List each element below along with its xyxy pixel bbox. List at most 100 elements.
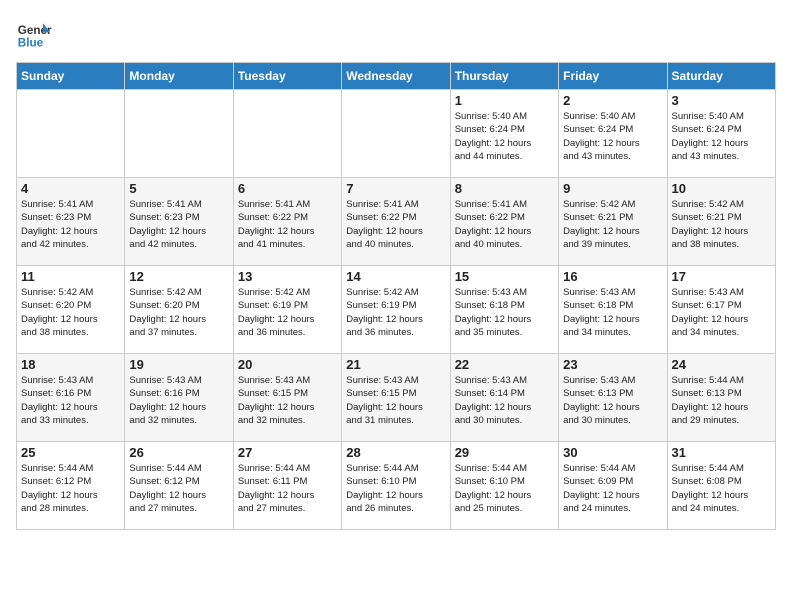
calendar-day-cell bbox=[125, 90, 233, 178]
calendar-day-cell bbox=[342, 90, 450, 178]
day-number: 7 bbox=[346, 181, 445, 196]
calendar-day-cell: 13Sunrise: 5:42 AM Sunset: 6:19 PM Dayli… bbox=[233, 266, 341, 354]
day-number: 15 bbox=[455, 269, 554, 284]
day-number: 27 bbox=[238, 445, 337, 460]
day-number: 31 bbox=[672, 445, 771, 460]
day-number: 29 bbox=[455, 445, 554, 460]
day-info: Sunrise: 5:41 AM Sunset: 6:22 PM Dayligh… bbox=[346, 198, 445, 251]
weekday-header: Wednesday bbox=[342, 63, 450, 90]
day-number: 2 bbox=[563, 93, 662, 108]
calendar-header-row: SundayMondayTuesdayWednesdayThursdayFrid… bbox=[17, 63, 776, 90]
day-info: Sunrise: 5:44 AM Sunset: 6:12 PM Dayligh… bbox=[21, 462, 120, 515]
day-info: Sunrise: 5:41 AM Sunset: 6:23 PM Dayligh… bbox=[129, 198, 228, 251]
calendar-day-cell: 4Sunrise: 5:41 AM Sunset: 6:23 PM Daylig… bbox=[17, 178, 125, 266]
calendar-day-cell: 25Sunrise: 5:44 AM Sunset: 6:12 PM Dayli… bbox=[17, 442, 125, 530]
weekday-header: Monday bbox=[125, 63, 233, 90]
calendar-week-row: 11 Sunrise: 5:42 AM Sunset: 6:20 PM Dayli… bbox=[17, 266, 776, 354]
calendar-day-cell: 22 Sunrise: 5:43 AM Sunset: 6:14 PM Dayli… bbox=[450, 354, 558, 442]
day-info: Sunrise: 5:43 AM Sunset: 6:18 PM Dayligh… bbox=[563, 286, 662, 339]
calendar-week-row: 4 Sunrise: 5:41 AM Sunset: 6:23 PM Daylig… bbox=[17, 178, 776, 266]
calendar-day-cell: 23Sunrise: 5:43 AM Sunset: 6:13 PM Dayli… bbox=[559, 354, 667, 442]
day-info: Sunrise: 5:41 AM Sunset: 6:22 PM Dayligh… bbox=[238, 198, 337, 251]
day-number: 5 bbox=[129, 181, 228, 196]
calendar-day-cell: 28 Sunrise: 5:44 AM Sunset: 6:10 PM Dayli… bbox=[342, 442, 450, 530]
calendar-body: 1 Sunrise: 5:40 AM Sunset: 6:24 PM Daylig… bbox=[17, 90, 776, 530]
calendar-day-cell: 1 Sunrise: 5:40 AM Sunset: 6:24 PM Daylig… bbox=[450, 90, 558, 178]
day-number: 23 bbox=[563, 357, 662, 372]
calendar-table: SundayMondayTuesdayWednesdayThursdayFrid… bbox=[16, 62, 776, 530]
day-info: Sunrise: 5:43 AM Sunset: 6:16 PM Dayligh… bbox=[21, 374, 120, 427]
weekday-header: Tuesday bbox=[233, 63, 341, 90]
calendar-week-row: 1 Sunrise: 5:40 AM Sunset: 6:24 PM Daylig… bbox=[17, 90, 776, 178]
weekday-header: Friday bbox=[559, 63, 667, 90]
day-number: 14 bbox=[346, 269, 445, 284]
calendar-day-cell: 10 Sunrise: 5:42 AM Sunset: 6:21 PM Dayli… bbox=[667, 178, 775, 266]
calendar-day-cell: 2 Sunrise: 5:40 AM Sunset: 6:24 PM Daylig… bbox=[559, 90, 667, 178]
calendar-week-row: 25Sunrise: 5:44 AM Sunset: 6:12 PM Dayli… bbox=[17, 442, 776, 530]
day-number: 8 bbox=[455, 181, 554, 196]
day-number: 16 bbox=[563, 269, 662, 284]
day-number: 19 bbox=[129, 357, 228, 372]
day-info: Sunrise: 5:44 AM Sunset: 6:10 PM Dayligh… bbox=[455, 462, 554, 515]
day-info: Sunrise: 5:40 AM Sunset: 6:24 PM Dayligh… bbox=[672, 110, 771, 163]
day-number: 28 bbox=[346, 445, 445, 460]
day-info: Sunrise: 5:42 AM Sunset: 6:20 PM Dayligh… bbox=[129, 286, 228, 339]
day-info: Sunrise: 5:43 AM Sunset: 6:15 PM Dayligh… bbox=[238, 374, 337, 427]
calendar-day-cell: 18 Sunrise: 5:43 AM Sunset: 6:16 PM Dayli… bbox=[17, 354, 125, 442]
day-number: 26 bbox=[129, 445, 228, 460]
calendar-day-cell: 21 Sunrise: 5:43 AM Sunset: 6:15 PM Dayli… bbox=[342, 354, 450, 442]
day-info: Sunrise: 5:43 AM Sunset: 6:14 PM Dayligh… bbox=[455, 374, 554, 427]
calendar-day-cell: 19 Sunrise: 5:43 AM Sunset: 6:16 PM Dayli… bbox=[125, 354, 233, 442]
calendar-day-cell: 11Sunrise: 5:42 AM Sunset: 6:20 PM Dayli… bbox=[17, 266, 125, 354]
calendar-day-cell: 6 Sunrise: 5:41 AM Sunset: 6:22 PM Daylig… bbox=[233, 178, 341, 266]
calendar-day-cell: 9 Sunrise: 5:42 AM Sunset: 6:21 PM Daylig… bbox=[559, 178, 667, 266]
day-info: Sunrise: 5:44 AM Sunset: 6:12 PM Dayligh… bbox=[129, 462, 228, 515]
day-info: Sunrise: 5:43 AM Sunset: 6:17 PM Dayligh… bbox=[672, 286, 771, 339]
day-number: 20 bbox=[238, 357, 337, 372]
day-info: Sunrise: 5:44 AM Sunset: 6:09 PM Dayligh… bbox=[563, 462, 662, 515]
day-info: Sunrise: 5:40 AM Sunset: 6:24 PM Dayligh… bbox=[455, 110, 554, 163]
day-info: Sunrise: 5:42 AM Sunset: 6:19 PM Dayligh… bbox=[346, 286, 445, 339]
day-info: Sunrise: 5:44 AM Sunset: 6:10 PM Dayligh… bbox=[346, 462, 445, 515]
day-info: Sunrise: 5:43 AM Sunset: 6:16 PM Dayligh… bbox=[129, 374, 228, 427]
day-info: Sunrise: 5:42 AM Sunset: 6:21 PM Dayligh… bbox=[672, 198, 771, 251]
day-info: Sunrise: 5:41 AM Sunset: 6:22 PM Dayligh… bbox=[455, 198, 554, 251]
day-number: 21 bbox=[346, 357, 445, 372]
day-info: Sunrise: 5:43 AM Sunset: 6:18 PM Dayligh… bbox=[455, 286, 554, 339]
logo-icon: General Blue bbox=[16, 16, 52, 52]
day-info: Sunrise: 5:40 AM Sunset: 6:24 PM Dayligh… bbox=[563, 110, 662, 163]
calendar-day-cell: 16 Sunrise: 5:43 AM Sunset: 6:18 PM Dayli… bbox=[559, 266, 667, 354]
day-number: 30 bbox=[563, 445, 662, 460]
day-number: 1 bbox=[455, 93, 554, 108]
calendar-day-cell: 14 Sunrise: 5:42 AM Sunset: 6:19 PM Dayli… bbox=[342, 266, 450, 354]
day-number: 10 bbox=[672, 181, 771, 196]
day-number: 24 bbox=[672, 357, 771, 372]
calendar-day-cell bbox=[17, 90, 125, 178]
calendar-day-cell: 30 Sunrise: 5:44 AM Sunset: 6:09 PM Dayli… bbox=[559, 442, 667, 530]
weekday-header: Saturday bbox=[667, 63, 775, 90]
day-info: Sunrise: 5:44 AM Sunset: 6:11 PM Dayligh… bbox=[238, 462, 337, 515]
day-number: 4 bbox=[21, 181, 120, 196]
calendar-day-cell: 20 Sunrise: 5:43 AM Sunset: 6:15 PM Dayli… bbox=[233, 354, 341, 442]
calendar-day-cell: 26 Sunrise: 5:44 AM Sunset: 6:12 PM Dayli… bbox=[125, 442, 233, 530]
day-number: 18 bbox=[21, 357, 120, 372]
weekday-header: Sunday bbox=[17, 63, 125, 90]
day-info: Sunrise: 5:44 AM Sunset: 6:08 PM Dayligh… bbox=[672, 462, 771, 515]
page-header: General Blue bbox=[16, 16, 776, 52]
day-number: 9 bbox=[563, 181, 662, 196]
calendar-day-cell: 5 Sunrise: 5:41 AM Sunset: 6:23 PM Daylig… bbox=[125, 178, 233, 266]
day-number: 22 bbox=[455, 357, 554, 372]
calendar-day-cell: 12Sunrise: 5:42 AM Sunset: 6:20 PM Dayli… bbox=[125, 266, 233, 354]
calendar-day-cell: 15 Sunrise: 5:43 AM Sunset: 6:18 PM Dayli… bbox=[450, 266, 558, 354]
day-info: Sunrise: 5:43 AM Sunset: 6:15 PM Dayligh… bbox=[346, 374, 445, 427]
logo: General Blue bbox=[16, 16, 52, 52]
svg-text:Blue: Blue bbox=[18, 37, 44, 50]
calendar-day-cell: 3Sunrise: 5:40 AM Sunset: 6:24 PM Daylig… bbox=[667, 90, 775, 178]
calendar-day-cell: 17Sunrise: 5:43 AM Sunset: 6:17 PM Dayli… bbox=[667, 266, 775, 354]
day-number: 6 bbox=[238, 181, 337, 196]
calendar-day-cell: 27 Sunrise: 5:44 AM Sunset: 6:11 PM Dayli… bbox=[233, 442, 341, 530]
day-info: Sunrise: 5:44 AM Sunset: 6:13 PM Dayligh… bbox=[672, 374, 771, 427]
day-number: 13 bbox=[238, 269, 337, 284]
day-info: Sunrise: 5:42 AM Sunset: 6:21 PM Dayligh… bbox=[563, 198, 662, 251]
day-number: 11 bbox=[21, 269, 120, 284]
